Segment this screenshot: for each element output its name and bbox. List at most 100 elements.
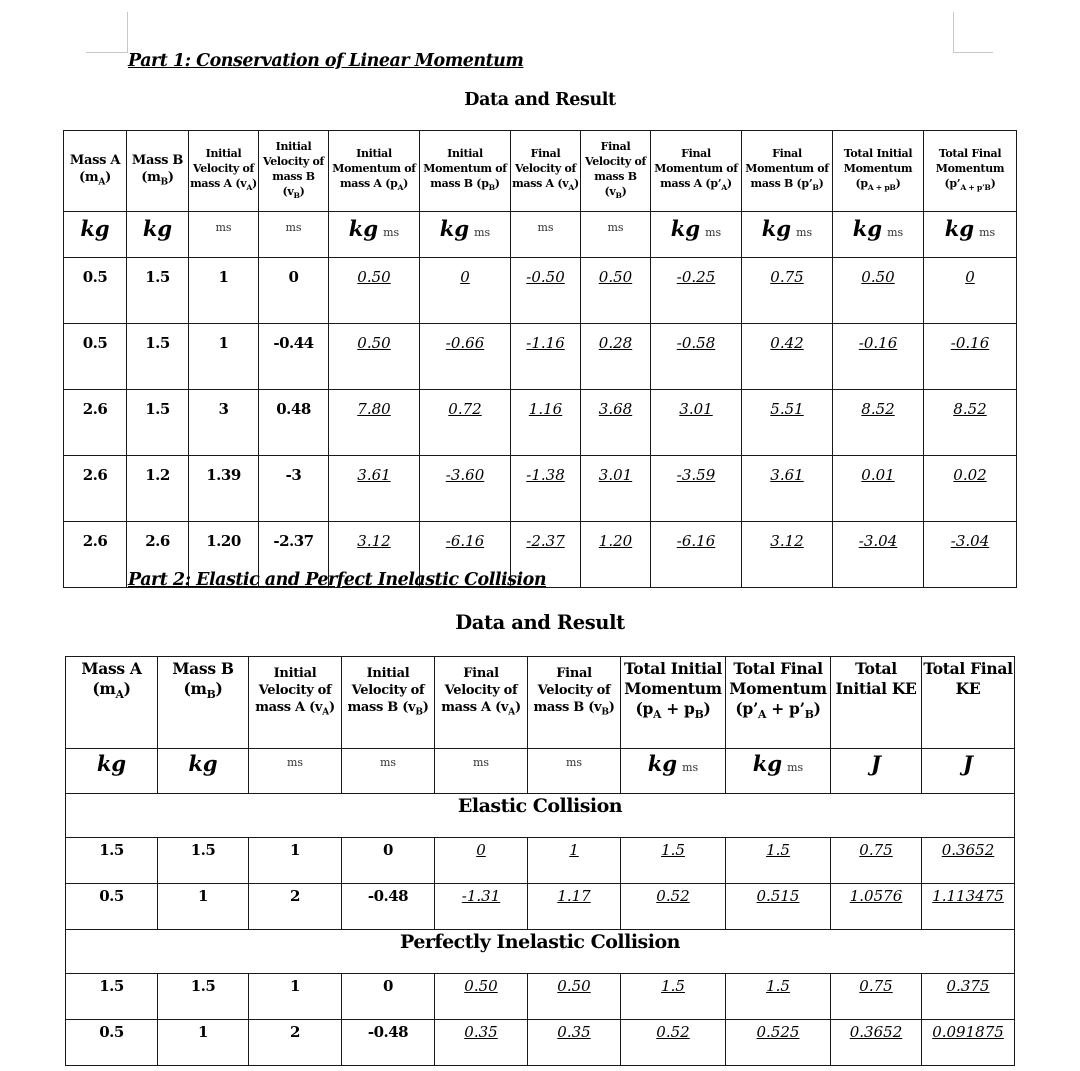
symbol-text: ) [494, 177, 500, 191]
computed-value: 3.12 [770, 532, 804, 550]
symbol-text: (v [282, 184, 294, 198]
symbol-text: (v [604, 184, 616, 198]
unit-cell: ms [341, 748, 435, 794]
given-value: 0.5 [99, 887, 124, 905]
data-cell: 0.52 [620, 883, 726, 930]
data-cell: 8.52 [832, 389, 924, 456]
header-label: Total Initial Momentum [843, 147, 913, 176]
computed-value: 0.72 [448, 400, 482, 418]
computed-value: 1.16 [528, 400, 563, 418]
data-cell: 0.52 [620, 1019, 726, 1066]
computed-value: -6.16 [676, 532, 716, 550]
computed-value: 1.0576 [849, 887, 903, 905]
given-value: 1.5 [99, 977, 124, 995]
column-header: Total Initial Momentum (pA + pB) [620, 656, 726, 749]
header-label: Mass B [131, 152, 184, 168]
unit-cell: ms [580, 211, 651, 258]
data-cell: 1.2 [126, 455, 189, 522]
computed-value: 0.3652 [849, 1023, 903, 1041]
data-cell: -1.16 [510, 323, 581, 390]
unit-ms: ms [887, 226, 904, 239]
data-cell: 1 [188, 323, 259, 390]
header-label: Final Velocity of mass B [585, 139, 646, 183]
header-symbol: (mB) [183, 679, 222, 701]
symbol-text: ) [328, 700, 335, 715]
data-cell: 0.091875 [921, 1019, 1015, 1066]
symbol-text: (v [402, 700, 416, 715]
header-label: Mass A [81, 659, 142, 678]
data-cell: 1.5 [126, 389, 189, 456]
given-value: -0.44 [273, 334, 314, 352]
units-row: kg kg ms ms ms ms kg ms kg ms J J [65, 748, 1015, 794]
given-value: 0 [288, 268, 299, 286]
computed-value: 0.375 [946, 977, 990, 995]
computed-value: -3.04 [858, 532, 898, 550]
data-cell: 0.50 [328, 257, 420, 324]
data-cell: 1.5 [620, 837, 726, 884]
header-label: Total Initial Momentum [623, 659, 723, 698]
symbol-subscript: A + p’ [960, 183, 985, 193]
column-header: Total Final Momentum (p’A + p’B) [725, 656, 831, 749]
column-header: Final Velocity of mass A (vA) [510, 130, 581, 212]
data-cell: -0.66 [419, 323, 511, 390]
computed-value: 7.80 [357, 400, 391, 418]
computed-value: 0 [460, 268, 470, 286]
column-header: Total Initial Momentum (pA + pB) [832, 130, 924, 212]
group-label: Elastic Collision [65, 793, 1015, 838]
computed-value: 0.525 [756, 1023, 800, 1041]
momentum-data-table: Mass A (mA) Mass B (mB) Initial Velocity o… [63, 130, 1017, 588]
data-cell: 0.50 [580, 257, 651, 324]
computed-value: -1.16 [526, 334, 565, 352]
column-header: Final Momentum of mass A (p’A) [650, 130, 742, 212]
column-header: Final Momentum of mass B (p’B) [741, 130, 833, 212]
data-cell: 0.75 [830, 973, 922, 1020]
computed-value: 1.20 [598, 532, 633, 550]
unit-cell: kg ms [328, 211, 420, 258]
crop-mark-top-left [86, 12, 128, 53]
data-cell: 0.3652 [830, 1019, 922, 1066]
column-header: Final Velocity of mass A (vA) [434, 656, 528, 749]
unit-cell: J [830, 748, 922, 794]
data-cell: 0.28 [580, 323, 651, 390]
unit-kg: kg [188, 751, 218, 776]
given-value: 2 [290, 887, 300, 905]
header-symbol: (pA) [385, 177, 408, 192]
header-symbol: (vA) [495, 700, 521, 718]
data-cell: -0.48 [341, 883, 435, 930]
data-cell: -3.04 [923, 521, 1017, 588]
header-label: Total Final Momentum [935, 147, 1005, 176]
symbol-text: (p [476, 177, 489, 191]
unit-ms: ms [979, 226, 996, 239]
data-cell: -0.44 [258, 323, 329, 390]
unit-kg: kg [96, 751, 127, 776]
symbol-text: ) [105, 169, 111, 185]
data-cell: 1.39 [188, 455, 259, 522]
unit-kg: kg [852, 216, 883, 241]
data-cell: 1.20 [580, 521, 651, 588]
computed-value: 0.50 [464, 977, 498, 995]
unit-cell: kg [126, 211, 189, 258]
unit-ms: ms [472, 756, 490, 769]
data-cell: 3.68 [580, 389, 651, 456]
unit-cell: kg ms [832, 211, 924, 258]
data-cell: 0.50 [328, 323, 420, 390]
symbol-subscript: A + p [867, 183, 890, 193]
symbol-text: ) [726, 177, 732, 191]
given-value: -2.37 [273, 532, 314, 550]
data-cell: 2.6 [63, 455, 127, 522]
unit-cell: kg [157, 748, 249, 794]
header-symbol: (mA) [92, 679, 131, 701]
data-cell: 8.52 [923, 389, 1017, 456]
computed-value: -0.16 [858, 334, 898, 352]
data-cell: 0.50 [434, 973, 528, 1020]
table-row: 2.6 1.5 3 0.48 7.80 0.72 1.16 3.68 3.01 5.51 8.52 8… [63, 389, 1017, 456]
column-header: Initial Velocity of mass B (vB) [341, 656, 435, 749]
unit-kg: kg [142, 216, 173, 241]
unit-ms: ms [285, 221, 302, 234]
header-symbol: (mB) [141, 170, 174, 188]
data-cell: 0 [341, 973, 435, 1020]
table-row: 1.5 1.5 1 0 0 1 1.5 1.5 0.75 0.3652 [65, 837, 1015, 884]
given-value: 0.5 [82, 334, 108, 352]
header-label: Mass B [172, 659, 234, 678]
data-cell: 0.5 [65, 883, 158, 930]
